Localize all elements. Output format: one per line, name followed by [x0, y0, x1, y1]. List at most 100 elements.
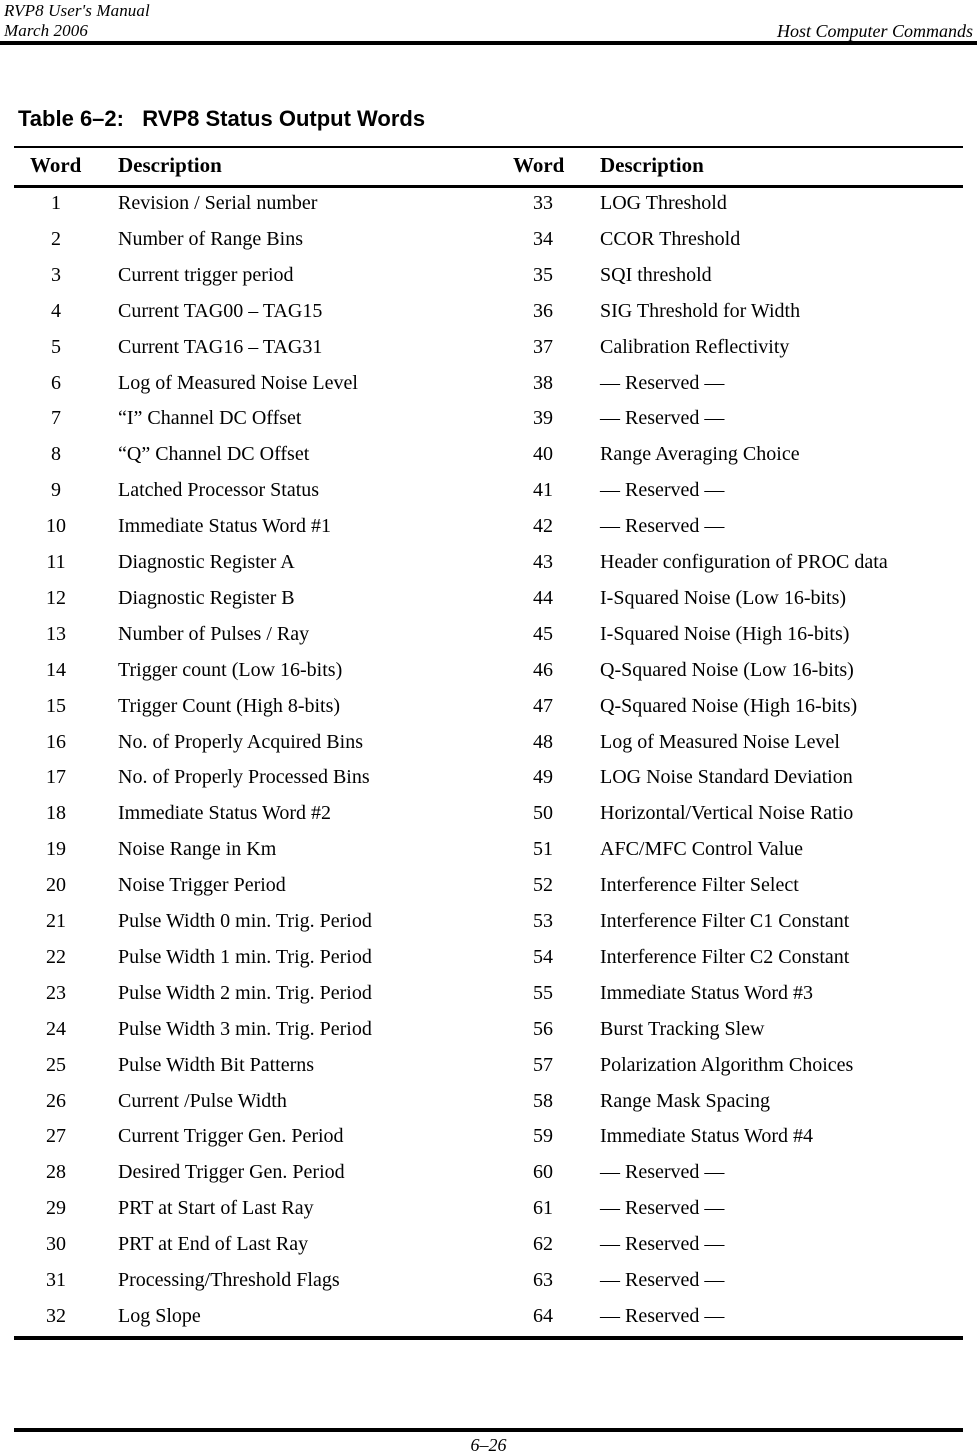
cell-word-left: 13 — [46, 622, 66, 645]
cell-description-left: PRT at End of Last Ray — [118, 1233, 309, 1256]
cell-word-left: 27 — [46, 1125, 66, 1148]
cell-description-right: Polarization Algorithm Choices — [600, 1053, 854, 1076]
table-row: 32 Log Slope 64 — Reserved — — [0, 1303, 977, 1339]
cell-description-left: Diagnostic Register B — [118, 586, 295, 609]
cell-description-right: — Reserved — — [600, 371, 725, 394]
cell-word-right: 44 — [533, 586, 553, 609]
cell-word-left: 20 — [46, 874, 66, 897]
cell-description-left: “Q” Channel DC Offset — [118, 443, 310, 466]
cell-description-right: Immediate Status Word #3 — [600, 981, 813, 1004]
cell-description-right: Burst Tracking Slew — [600, 1017, 765, 1040]
cell-description-left: Pulse Width Bit Patterns — [118, 1053, 315, 1076]
cell-word-right: 34 — [533, 227, 553, 250]
cell-description-right: Immediate Status Word #4 — [600, 1125, 813, 1148]
cell-word-right: 53 — [533, 910, 553, 932]
table-row: 8 “Q” Channel DC Offset 40 Range Averaging … — [0, 441, 977, 477]
table-row: 16 No. of Properly Acquired Bins 48 Log of … — [0, 729, 977, 765]
page-number: 6–26 — [470, 1435, 507, 1455]
cell-word-left: 26 — [46, 1089, 66, 1112]
table-row: 29 PRT at Start of Last Ray 61 — Reserved — — [0, 1195, 977, 1231]
cell-word-right: 46 — [533, 658, 553, 681]
table-row: 4 Current TAG00 – TAG15 36 SIG Threshold fo… — [0, 298, 977, 334]
table-top-rule — [14, 146, 963, 148]
table-row: 31 Processing/Threshold Flags 63 — Reserved… — [0, 1267, 977, 1303]
table-row: 20 Noise Trigger Period 52 Interference Fil… — [0, 872, 977, 908]
table-row: 3 Current trigger period 35 SQI threshold — [0, 262, 977, 298]
cell-word-right: 57 — [533, 1053, 553, 1076]
table-bottom-rule — [14, 1336, 963, 1340]
table-row: 5 Current TAG16 – TAG31 37 Calibration Refl… — [0, 334, 977, 370]
cell-description-left: Immediate Status Word #1 — [118, 515, 331, 538]
cell-word-right: 33 — [533, 192, 553, 214]
cell-word-left: 2 — [51, 227, 61, 250]
cell-description-left: Current TAG00 – TAG15 — [118, 299, 323, 322]
column-header-word-right: Word — [513, 153, 565, 177]
cell-description-right: — Reserved — — [600, 1197, 725, 1220]
cell-description-left: Revision / Serial number — [118, 192, 318, 214]
cell-word-right: 54 — [533, 945, 553, 968]
cell-word-left: 5 — [51, 335, 61, 358]
section-title: Host Computer Commands — [776, 21, 973, 41]
column-header-description-left: Description — [118, 153, 222, 177]
table-row: 21 Pulse Width 0 min. Trig. Period 53 Inter… — [0, 908, 977, 944]
cell-word-left: 10 — [46, 515, 66, 538]
cell-description-left: Desired Trigger Gen. Period — [118, 1161, 345, 1184]
table-row: 19 Noise Range in Km 51 AFC/MFC Control Val… — [0, 836, 977, 872]
cell-word-right: 48 — [533, 730, 553, 753]
table-row: 11 Diagnostic Register A 43 Header configur… — [0, 549, 977, 585]
cell-description-right: LOG Threshold — [600, 192, 727, 214]
cell-description-left: Current trigger period — [118, 263, 294, 286]
cell-word-right: 55 — [533, 981, 553, 1004]
page-running-head: RVP8 User's Manual March 2006 Host Compu… — [0, 0, 977, 44]
table-row: 18 Immediate Status Word #2 50 Horizontal/V… — [0, 800, 977, 836]
cell-word-right: 36 — [533, 299, 553, 322]
cell-word-left: 19 — [46, 838, 66, 861]
table-row: 10 Immediate Status Word #1 42 — Reserved — — [0, 513, 977, 549]
cell-word-left: 4 — [51, 299, 61, 322]
table-row: 27 Current Trigger Gen. Period 59 Immediate… — [0, 1123, 977, 1159]
table-row: 22 Pulse Width 1 min. Trig. Period 54 Inter… — [0, 944, 977, 980]
cell-word-left: 30 — [46, 1233, 66, 1256]
cell-description-left: “I” Channel DC Offset — [118, 407, 302, 430]
cell-word-left: 29 — [46, 1197, 66, 1220]
cell-word-right: 35 — [533, 263, 553, 286]
table-row: 28 Desired Trigger Gen. Period 60 — Reserve… — [0, 1159, 977, 1195]
cell-word-left: 15 — [46, 694, 66, 717]
cell-description-left: Trigger count (Low 16-bits) — [118, 658, 343, 681]
table-row: 12 Diagnostic Register B 44 I-Squared Noise… — [0, 585, 977, 621]
cell-description-left: Noise Trigger Period — [118, 874, 286, 897]
cell-word-right: 59 — [533, 1125, 553, 1148]
table-caption: Table 6–2: RVP8 Status Output Words — [18, 106, 426, 131]
cell-word-left: 12 — [46, 586, 66, 609]
cell-description-right: Header configuration of PROC data — [600, 551, 888, 573]
cell-description-right: — Reserved — — [600, 1161, 725, 1184]
cell-word-left: 16 — [46, 730, 66, 753]
cell-description-right: Q-Squared Noise (High 16-bits) — [600, 694, 858, 717]
cell-description-left: Log Slope — [118, 1304, 201, 1327]
cell-word-left: 8 — [51, 443, 61, 466]
manual-date: March 2006 — [4, 21, 88, 40]
cell-word-left: 32 — [46, 1304, 66, 1327]
cell-description-right: — Reserved — — [600, 407, 725, 430]
cell-description-right: Interference Filter C2 Constant — [600, 945, 850, 968]
cell-word-left: 28 — [46, 1161, 66, 1184]
cell-description-right: Range Averaging Choice — [600, 443, 800, 466]
cell-description-right: I-Squared Noise (Low 16-bits) — [600, 586, 847, 609]
cell-word-left: 9 — [51, 479, 61, 502]
table-row: 17 No. of Properly Processed Bins 49 LOG No… — [0, 764, 977, 800]
cell-word-right: 41 — [533, 479, 553, 502]
cell-description-right: Range Mask Spacing — [600, 1089, 770, 1112]
cell-word-right: 42 — [533, 515, 553, 538]
cell-description-left: Number of Pulses / Ray — [118, 622, 310, 645]
cell-word-left: 7 — [51, 407, 61, 430]
cell-description-left: Latched Processor Status — [118, 479, 320, 502]
table-row: 6 Log of Measured Noise Level 38 — Reserved… — [0, 370, 977, 406]
cell-word-right: 47 — [533, 694, 553, 717]
cell-word-right: 37 — [533, 335, 553, 358]
cell-description-right: AFC/MFC Control Value — [600, 838, 803, 861]
header-rule — [0, 41, 977, 45]
table-row: 1 Revision / Serial number 33 LOG Threshold — [0, 190, 977, 226]
manual-title: RVP8 User's Manual — [4, 1, 150, 20]
cell-word-left: 3 — [51, 263, 61, 286]
table-row: 14 Trigger count (Low 16-bits) 46 Q-Squared… — [0, 657, 977, 693]
